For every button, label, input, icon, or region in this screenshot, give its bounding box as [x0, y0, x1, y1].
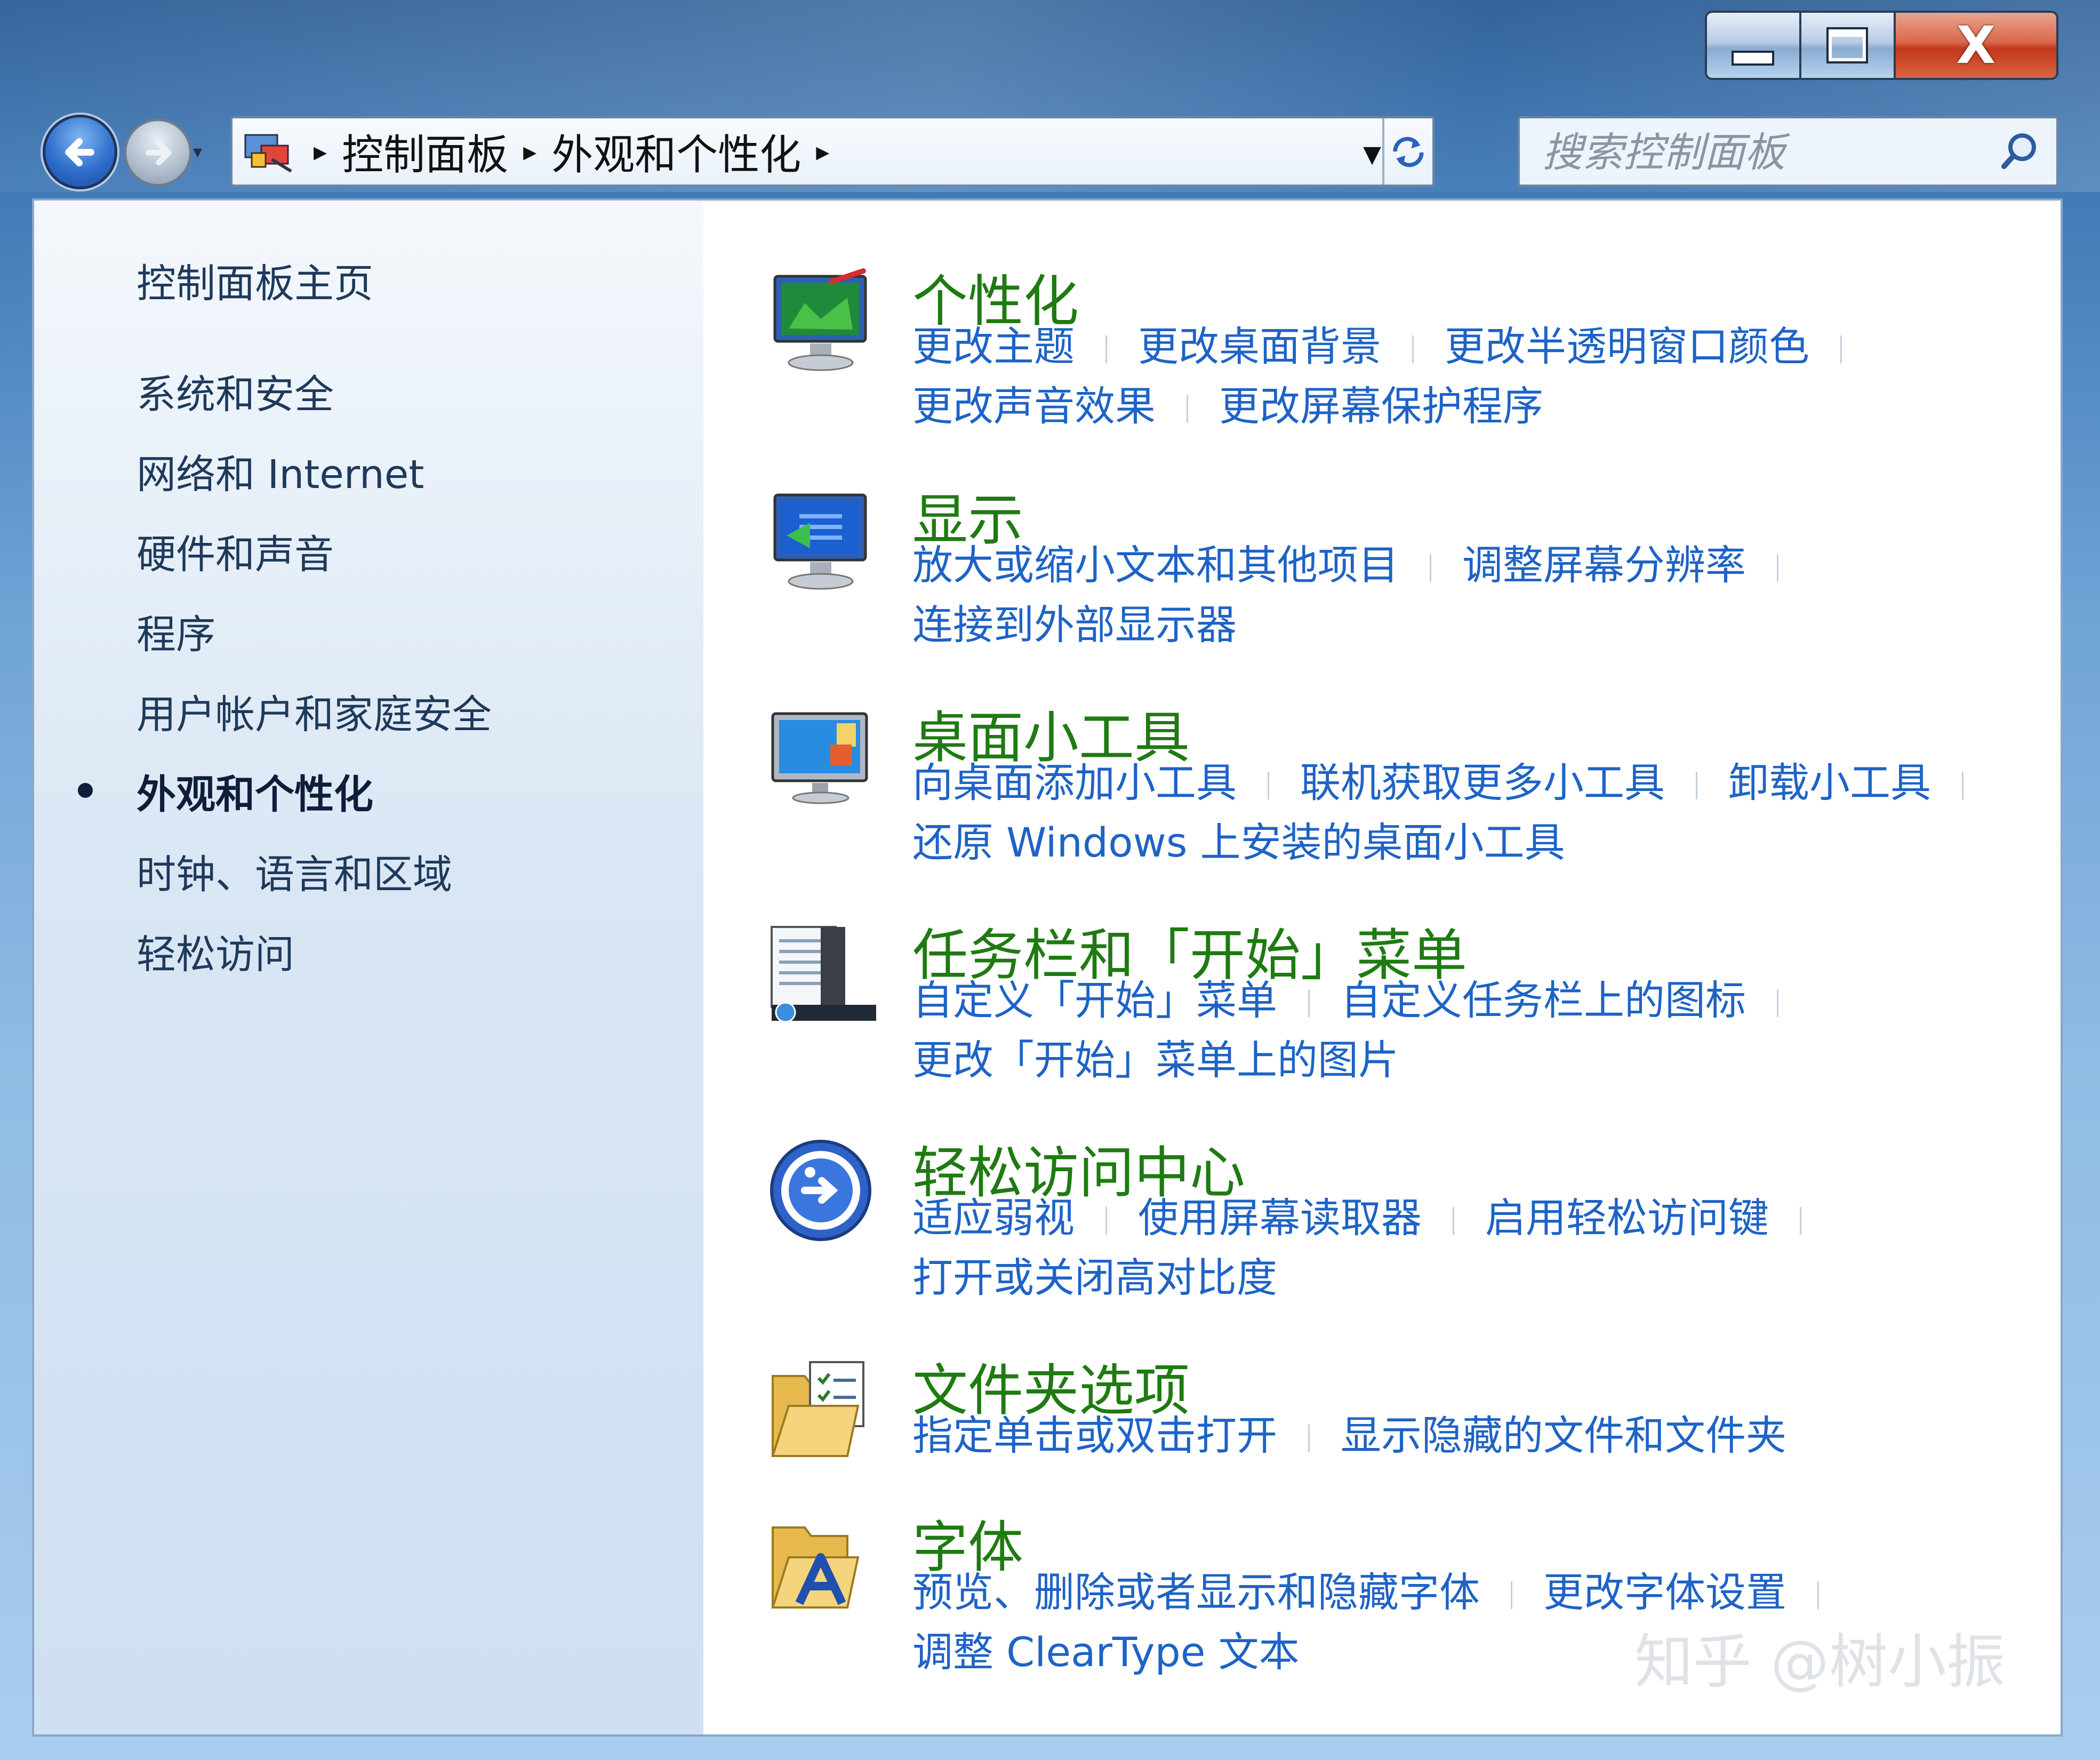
maximize-icon [1826, 27, 1869, 63]
fonts-folder-icon [771, 1526, 860, 1609]
sidebar: 控制面板主页 系统和安全 网络和 Internet 硬件和声音 程序 用户帐户和… [34, 201, 703, 1734]
link-separator [1308, 1425, 1310, 1452]
link-customize-taskbar-icons[interactable]: 自定义任务栏上的图标 [1341, 977, 1746, 1024]
link-separator [1105, 1207, 1107, 1235]
link-show-hidden-files[interactable]: 显示隐藏的文件和文件夹 [1341, 1412, 1786, 1459]
link-separator [1412, 335, 1414, 363]
breadcrumb-arrow-icon[interactable]: ▸ [816, 136, 829, 167]
folder-options-icon [771, 1361, 864, 1457]
link-preview-delete-fonts[interactable]: 预览、删除或者显示和隐藏字体 [912, 1569, 1480, 1616]
link-change-sound-effects[interactable]: 更改声音效果 [912, 382, 1156, 430]
search-input[interactable] [1541, 118, 1970, 186]
link-separator [1453, 1207, 1454, 1235]
address-bar[interactable]: ▸ 控制面板 ▸ 外观和个性化 ▸ ▼ [230, 116, 1434, 187]
link-change-screen-saver[interactable]: 更改屏幕保护程序 [1219, 382, 1543, 430]
link-single-double-click[interactable]: 指定单击或双击打开 [912, 1412, 1277, 1459]
breadcrumb-control-panel[interactable]: 控制面板 [342, 122, 508, 181]
sidebar-item-clock-language[interactable]: 时钟、语言和区域 [137, 843, 452, 900]
refresh-button[interactable] [1384, 118, 1432, 185]
category-links-folder-options: 指定单击或双击打开 显示隐藏的文件和文件夹 [912, 1406, 2086, 1466]
link-change-window-color[interactable]: 更改半透明窗口颜色 [1445, 323, 1809, 370]
category-links-taskbar-start-menu: 自定义「开始」菜单 自定义任务栏上的图标 更改「开始」菜单上的图片 [912, 971, 2086, 1090]
taskbar-start-menu-icon [771, 926, 876, 1023]
category-links-personalization: 更改主题 更改桌面背景 更改半透明窗口颜色 更改声音效果 更改屏幕保护程序 [912, 317, 2086, 436]
maximize-button[interactable] [1801, 13, 1896, 78]
back-button[interactable] [43, 115, 117, 189]
search-box[interactable] [1518, 116, 2058, 187]
category-links-desktop-gadgets: 向桌面添加小工具 联机获取更多小工具 卸载小工具 还原 Windows 上安装的桌面… [912, 753, 2086, 873]
ease-of-access-icon [770, 1140, 871, 1241]
search-icon[interactable] [1998, 128, 2042, 173]
sidebar-item-system-security[interactable]: 系统和安全 [137, 363, 334, 420]
close-button[interactable]: X [1895, 13, 2056, 78]
sidebar-item-network-internet[interactable]: 网络和 Internet [137, 443, 424, 500]
personalization-icon [773, 268, 867, 371]
link-separator [1962, 772, 1963, 799]
link-uninstall-gadget[interactable]: 卸载小工具 [1728, 759, 1931, 806]
sidebar-item-appearance[interactable]: 外观和个性化 [137, 763, 373, 820]
link-separator [1268, 772, 1269, 799]
content-area: 控制面板主页 系统和安全 网络和 Internet 硬件和声音 程序 用户帐户和… [32, 198, 2063, 1737]
link-separator [1840, 335, 1842, 363]
link-resize-text[interactable]: 放大或缩小文本和其他项目 [912, 541, 1399, 589]
breadcrumb-appearance[interactable]: 外观和个性化 [551, 122, 801, 181]
link-connect-external-display[interactable]: 连接到外部显示器 [912, 601, 1237, 649]
main-panel: 个性化 更改主题 更改桌面背景 更改半透明窗口颜色 更改声音效果 更改屏幕保护程序 显… [703, 201, 2061, 1734]
sidebar-item-ease-of-access[interactable]: 轻松访问 [137, 923, 294, 980]
link-change-desktop-background[interactable]: 更改桌面背景 [1138, 323, 1381, 370]
link-change-start-menu-picture[interactable]: 更改「开始」菜单上的图片 [912, 1036, 1399, 1084]
desktop-gadgets-icon [771, 712, 868, 804]
link-accommodate-low-vision[interactable]: 适应弱视 [912, 1194, 1075, 1242]
sidebar-item-programs[interactable]: 程序 [137, 603, 215, 660]
sidebar-item-control-panel-home[interactable]: 控制面板主页 [137, 252, 373, 309]
display-icon [773, 493, 867, 590]
link-separator [1511, 1581, 1512, 1609]
link-separator [1308, 989, 1310, 1017]
category-links-ease-of-access-center: 适应弱视 使用屏幕读取器 启用轻松访问键 打开或关闭高对比度 [912, 1188, 2086, 1308]
link-turn-on-easy-access-keys[interactable]: 启用轻松访问键 [1485, 1194, 1769, 1242]
link-customize-start-menu[interactable]: 自定义「开始」菜单 [912, 977, 1277, 1024]
caption-buttons: X [1705, 11, 2058, 80]
address-history-dropdown[interactable]: ▼ [1363, 141, 1381, 168]
link-separator [1817, 1581, 1819, 1609]
breadcrumb-arrow-icon[interactable]: ▸ [523, 136, 536, 167]
link-use-screen-reader[interactable]: 使用屏幕读取器 [1138, 1194, 1422, 1242]
minimize-icon [1732, 51, 1775, 66]
sidebar-item-hardware-sound[interactable]: 硬件和声音 [137, 523, 334, 580]
link-toggle-high-contrast[interactable]: 打开或关闭高对比度 [912, 1254, 1277, 1301]
forward-arrow-icon [145, 140, 172, 165]
forward-button[interactable] [124, 118, 192, 187]
link-separator [1696, 772, 1697, 799]
link-adjust-cleartype[interactable]: 调整 ClearType 文本 [912, 1628, 1300, 1676]
recent-pages-dropdown[interactable]: ▾ [193, 141, 214, 163]
close-icon: X [1956, 15, 1996, 75]
breadcrumb-arrow-icon[interactable]: ▸ [314, 136, 327, 167]
minimize-button[interactable] [1707, 13, 1801, 78]
link-get-more-gadgets[interactable]: 联机获取更多小工具 [1300, 759, 1665, 806]
link-separator [1800, 1207, 1801, 1235]
link-add-gadgets[interactable]: 向桌面添加小工具 [912, 759, 1237, 806]
link-separator [1777, 554, 1778, 582]
watermark: 知乎 @树小振 [1634, 1628, 2005, 1696]
link-separator [1105, 335, 1107, 363]
link-separator [1187, 395, 1188, 423]
window-frame: X ▾ ▸ 控制面板 ▸ 外观和个性化 ▸ ▼ 搜索控制面板 控制面板主页 系统… [0, 0, 2100, 1760]
link-change-font-settings[interactable]: 更改字体设置 [1543, 1569, 1786, 1616]
link-separator [1777, 989, 1778, 1017]
link-change-theme[interactable]: 更改主题 [912, 323, 1075, 370]
control-panel-icon [244, 134, 292, 173]
back-arrow-icon [65, 138, 94, 166]
link-separator [1430, 554, 1431, 582]
category-links-display: 放大或缩小文本和其他项目 调整屏幕分辨率 连接到外部显示器 [912, 535, 2086, 655]
refresh-icon [1393, 137, 1424, 167]
link-restore-gadgets[interactable]: 还原 Windows 上安装的桌面小工具 [912, 819, 1565, 866]
link-adjust-resolution[interactable]: 调整屏幕分辨率 [1462, 541, 1746, 589]
active-bullet-icon [78, 783, 93, 798]
sidebar-item-user-accounts[interactable]: 用户帐户和家庭安全 [137, 683, 492, 740]
